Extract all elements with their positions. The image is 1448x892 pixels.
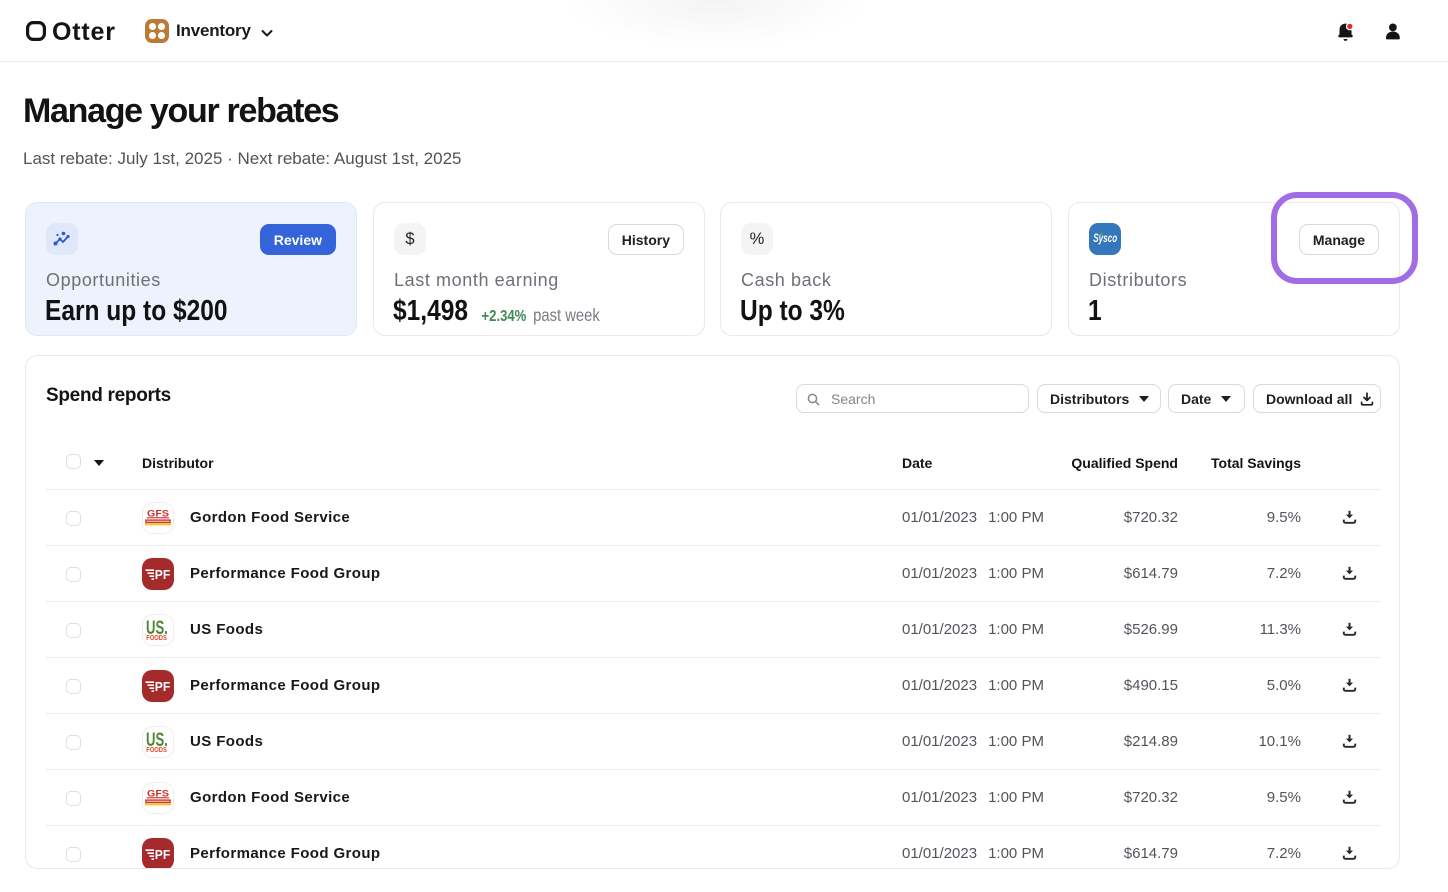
- svg-text:PF: PF: [155, 679, 171, 694]
- svg-text:Sysco: Sysco: [1093, 233, 1117, 245]
- svg-text:FOODS: FOODS: [146, 633, 167, 642]
- svg-text:FOODS: FOODS: [146, 745, 167, 754]
- svg-text:PF: PF: [155, 847, 171, 862]
- svg-text:PF: PF: [155, 567, 171, 582]
